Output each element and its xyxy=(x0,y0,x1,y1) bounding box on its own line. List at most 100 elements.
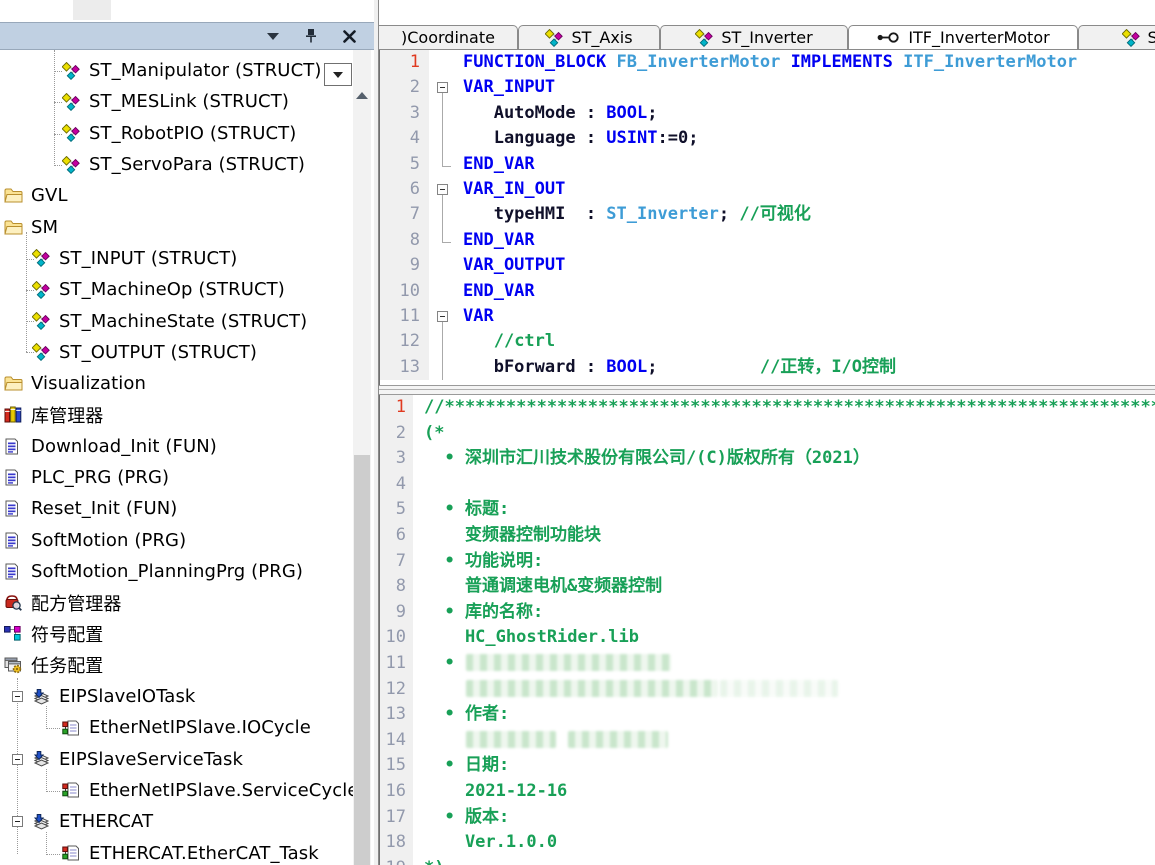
code-line[interactable]: 6VAR_IN_OUT xyxy=(380,177,1155,202)
code-text xyxy=(420,472,424,498)
tab-st_inverter[interactable]: ST_Inverter xyxy=(660,25,848,49)
tree-item-[interactable]: 库管理器 xyxy=(0,399,374,430)
code-line[interactable]: 3 • 深圳市汇川技术股份有限公司/(C)版权所有（2021） xyxy=(380,446,1155,472)
code-text xyxy=(420,677,839,703)
tree-item-st_input-struct[interactable]: ST_INPUT (STRUCT) xyxy=(0,243,374,274)
code-token: 变频器控制功能块 xyxy=(424,525,601,545)
code-line[interactable]: 11VAR xyxy=(380,304,1155,329)
close-icon[interactable] xyxy=(340,27,358,45)
collapse-minus-icon[interactable] xyxy=(437,184,448,195)
tree-item-eipslaveiotask[interactable]: EIPSlaveIOTask xyxy=(0,681,374,712)
code-line[interactable]: 1FUNCTION_BLOCK FB_InverterMotor IMPLEME… xyxy=(380,50,1155,75)
code-line[interactable]: 7 typeHMI : ST_Inverter; //可视化 xyxy=(380,202,1155,227)
tab-itf_invertermotor[interactable]: ITF_InverterMotor xyxy=(848,25,1078,50)
code-line[interactable]: 4 Language : USINT:=0; xyxy=(380,126,1155,151)
code-line[interactable]: 4 xyxy=(380,472,1155,498)
collapse-minus-icon[interactable] xyxy=(437,82,448,93)
tree-item-sm[interactable]: SM xyxy=(0,211,374,242)
project-tree[interactable]: ST_Manipulator (STRUCT) ST_MESLink (STRU… xyxy=(0,50,374,865)
code-line[interactable]: 10END_VAR xyxy=(380,279,1155,304)
panel-dropdown-icon[interactable] xyxy=(264,27,282,45)
declaration-editor[interactable]: 1FUNCTION_BLOCK FB_InverterMotor IMPLEME… xyxy=(379,50,1155,385)
tree-item-st_output-struct[interactable]: ST_OUTPUT (STRUCT) xyxy=(0,337,374,368)
code-line[interactable]: 10 HC_GhostRider.lib xyxy=(380,625,1155,651)
code-line[interactable]: 16 2021-12-16 xyxy=(380,779,1155,805)
code-line[interactable]: 3 AutoMode : BOOL; xyxy=(380,101,1155,126)
code-line[interactable]: 15 • 日期: xyxy=(380,753,1155,779)
pin-icon[interactable] xyxy=(302,27,320,45)
tree-item-softmotion-prg[interactable]: SoftMotion (PRG) xyxy=(0,524,374,555)
code-line[interactable]: 2VAR_INPUT xyxy=(380,75,1155,100)
tree-item-gvl[interactable]: GVL xyxy=(0,180,374,211)
tree-item-eipslaveservicetask[interactable]: EIPSlaveServiceTask xyxy=(0,744,374,775)
tree-connector-stub xyxy=(26,259,34,260)
code-line[interactable]: 1//*************************************… xyxy=(380,395,1155,421)
tab-coordinate[interactable]: )Coordinate xyxy=(379,25,518,49)
tree-item-[interactable]: 符号配置 xyxy=(0,618,374,649)
fold-column xyxy=(413,753,420,779)
code-line[interactable]: 17 • 版本: xyxy=(380,805,1155,831)
scroll-up-icon[interactable] xyxy=(356,92,368,99)
tree-connector-stub xyxy=(54,71,62,72)
code-token: END_VAR xyxy=(463,281,535,301)
code-token: HC_GhostRider.lib xyxy=(424,627,639,647)
fold-column xyxy=(429,50,459,75)
code-line[interactable]: 9VAR_OUTPUT xyxy=(380,253,1155,278)
tab-st_axis[interactable]: ST_Axis xyxy=(518,25,660,49)
recipe-icon xyxy=(4,594,24,612)
code-line[interactable]: 8 普通调速电机&变频器控制 xyxy=(380,574,1155,600)
tree-item-plc_prg-prg[interactable]: PLC_PRG (PRG) xyxy=(0,462,374,493)
collapse-minus-icon[interactable] xyxy=(12,691,23,702)
code-line[interactable]: 9 • 库的名称: xyxy=(380,600,1155,626)
tree-item-softmotion_planningprg-prg[interactable]: SoftMotion_PlanningPrg (PRG) xyxy=(0,556,374,587)
tree-item-label: ST_ServoPara (STRUCT) xyxy=(89,154,305,175)
code-text: END_VAR xyxy=(459,279,535,304)
code-line[interactable]: 12 //ctrl xyxy=(380,329,1155,354)
tree-item-label: EIPSlaveIOTask xyxy=(59,686,195,707)
collapse-minus-icon[interactable] xyxy=(437,311,448,322)
collapse-minus-icon[interactable] xyxy=(12,816,23,827)
tree-item-[interactable]: 配方管理器 xyxy=(0,587,374,618)
code-text xyxy=(420,728,669,754)
code-line[interactable]: 13 bForward : BOOL; //正转，I/O控制 xyxy=(380,355,1155,380)
fold-column xyxy=(413,497,420,523)
code-line[interactable]: 6 变频器控制功能块 xyxy=(380,523,1155,549)
code-line[interactable]: 18 Ver.1.0.0 xyxy=(380,830,1155,856)
code-line[interactable]: 12 xyxy=(380,677,1155,703)
tree-item-[interactable]: 任务配置 xyxy=(0,650,374,681)
tree-item-st_machineop-struct[interactable]: ST_MachineOp (STRUCT) xyxy=(0,274,374,305)
code-token: • 功能说明: xyxy=(424,551,543,571)
collapse-minus-icon[interactable] xyxy=(12,754,23,765)
code-line[interactable]: 19*) xyxy=(380,856,1155,865)
code-line[interactable]: 13 • 作者: xyxy=(380,702,1155,728)
tree-item-reset_init-fun[interactable]: Reset_Init (FUN) xyxy=(0,493,374,524)
code-token xyxy=(780,52,790,72)
code-line[interactable]: 7 • 功能说明: xyxy=(380,549,1155,575)
tree-item-download_init-fun[interactable]: Download_Init (FUN) xyxy=(0,431,374,462)
code-line[interactable]: 8END_VAR xyxy=(380,228,1155,253)
top-strip-patch xyxy=(73,0,111,20)
tab-st_[interactable]: ST_ xyxy=(1078,25,1155,49)
tree-item-visualization[interactable]: Visualization xyxy=(0,368,374,399)
tree-item-ethercat[interactable]: ETHERCAT xyxy=(0,806,374,837)
scrollbar-thumb[interactable] xyxy=(354,455,370,865)
fold-toggle[interactable] xyxy=(429,304,459,329)
code-line[interactable]: 2(* xyxy=(380,421,1155,447)
folder-icon xyxy=(4,187,24,205)
code-line[interactable]: 5 • 标题: xyxy=(380,497,1155,523)
fold-toggle[interactable] xyxy=(429,177,459,202)
tree-item-ethercat.ethercat_task[interactable]: ETHERCAT.EtherCAT_Task xyxy=(0,837,374,865)
implementation-editor[interactable]: 1//*************************************… xyxy=(379,395,1155,865)
fold-toggle[interactable] xyxy=(429,75,459,100)
fold-column xyxy=(413,856,420,865)
code-line[interactable]: 5END_VAR xyxy=(380,152,1155,177)
tree-connector-stub xyxy=(26,290,34,291)
editor-splitter[interactable] xyxy=(379,385,1155,395)
code-line[interactable]: 14 xyxy=(380,728,1155,754)
tree-item-st_machinestate-struct[interactable]: ST_MachineState (STRUCT) xyxy=(0,305,374,336)
line-number: 16 xyxy=(380,779,413,805)
code-line[interactable]: 11 • xyxy=(380,651,1155,677)
code-text: • 标题: xyxy=(420,497,509,523)
tree-scrollbar[interactable] xyxy=(353,50,371,865)
tree-item-dropdown[interactable] xyxy=(324,63,352,86)
